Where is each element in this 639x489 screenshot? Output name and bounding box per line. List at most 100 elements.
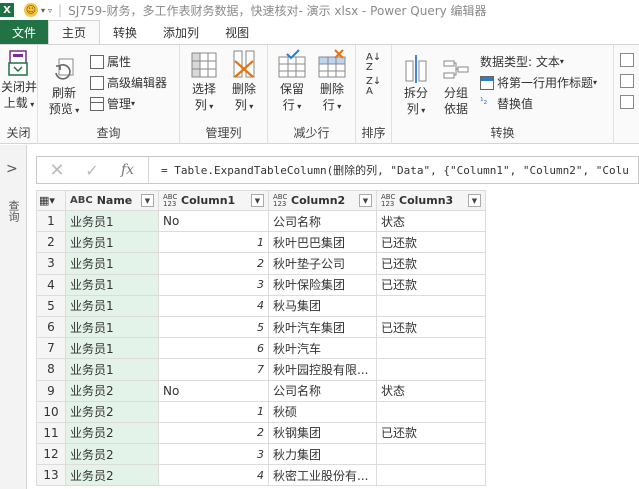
tab-home[interactable]: 主页 (48, 20, 101, 45)
cancel-formula-icon[interactable]: ✕ (37, 160, 77, 181)
cell-column2[interactable]: 秋叶垫子公司 (268, 252, 377, 275)
table-row[interactable]: 4 业务员1 3 秋叶保险集团 已还款 (36, 273, 486, 296)
cell-column3[interactable]: 已还款 (376, 421, 486, 445)
cell-column1[interactable]: 4 (158, 464, 269, 487)
cell-column2[interactable]: 秋密工业股份有... (268, 464, 377, 487)
cell-name[interactable]: 业务员1 (65, 358, 159, 381)
cell-name[interactable]: 业务员2 (65, 443, 159, 466)
column-header-column2[interactable]: ABC 123 Column2 ▼ (268, 190, 377, 211)
customize-toolbar-icon[interactable]: ▿ (48, 6, 52, 15)
use-first-row-as-headers-button[interactable]: 将第一行用作标题 ▾ (480, 74, 597, 91)
split-column-button[interactable]: 拆分 列 ▾ (396, 55, 436, 119)
keep-rows-button[interactable]: 保留 行 ▾ (272, 49, 312, 115)
any-type-icon[interactable]: ABC 123 (163, 193, 177, 208)
sort-descending-button[interactable]: Z↓ A (366, 77, 381, 97)
tab-file[interactable]: 文件 (0, 20, 49, 44)
cell-column3[interactable] (376, 400, 486, 423)
row-number[interactable]: 12 (36, 443, 66, 466)
smiley-icon[interactable]: ☺ (24, 3, 38, 17)
cell-name[interactable]: 业务员2 (65, 464, 159, 487)
remove-columns-button[interactable]: 删除 列 ▾ (224, 49, 264, 115)
cell-column2[interactable]: 秋叶巴巴集团 (268, 231, 377, 254)
row-number[interactable]: 8 (36, 358, 66, 381)
row-number[interactable]: 2 (36, 231, 66, 254)
cell-column1[interactable]: 7 (158, 358, 269, 381)
cell-name[interactable]: 业务员2 (65, 379, 159, 402)
cell-column2[interactable]: 秋硕 (268, 400, 377, 423)
row-number[interactable]: 5 (36, 294, 66, 317)
refresh-preview-button[interactable]: 刷新 预览 ▾ (42, 57, 86, 119)
group-by-button[interactable]: 分组 依据 (436, 55, 476, 117)
confirm-formula-icon[interactable]: ✓ (77, 161, 107, 180)
cell-column1[interactable]: 1 (158, 400, 269, 423)
combine-icon[interactable] (620, 53, 637, 67)
filter-dropdown-icon[interactable]: ▼ (141, 194, 154, 207)
filter-dropdown-icon[interactable]: ▼ (468, 194, 481, 207)
cell-column1[interactable]: No (158, 379, 269, 402)
table-row[interactable]: 6 业务员1 5 秋叶汽车集团 已还款 (36, 315, 486, 339)
cell-column2[interactable]: 秋叶汽车集团 (268, 315, 377, 339)
cell-column3[interactable]: 已还款 (376, 273, 486, 296)
cell-column3[interactable]: 已还款 (376, 252, 486, 275)
cell-column3[interactable]: 已还款 (376, 231, 486, 254)
tab-transform[interactable]: 转换 (100, 20, 150, 44)
table-row[interactable]: 11 业务员2 2 秋钢集团 已还款 (36, 421, 486, 445)
cell-column3[interactable] (376, 443, 486, 466)
cell-column3[interactable] (376, 358, 486, 381)
filter-dropdown-icon[interactable]: ▼ (359, 194, 372, 207)
data-type-dropdown[interactable]: 数据类型: 文本 ▾ (480, 53, 564, 70)
column-header-column3[interactable]: ABC 123 Column3 ▼ (376, 190, 486, 211)
any-type-icon[interactable]: ABC 123 (381, 193, 395, 208)
cell-column3[interactable] (376, 337, 486, 360)
table-row[interactable]: 10 业务员2 1 秋硕 (36, 400, 486, 423)
row-number[interactable]: 10 (36, 400, 66, 423)
row-number[interactable]: 9 (36, 379, 66, 402)
cell-name[interactable]: 业务员1 (65, 231, 159, 254)
replace-values-button[interactable]: ¹₂ 替换值 (480, 95, 533, 112)
append-icon[interactable] (620, 95, 637, 109)
chevron-right-icon[interactable]: > (6, 161, 18, 177)
close-and-load-button[interactable]: 关闭并 上载 ▾ (0, 49, 38, 113)
cell-column1[interactable]: 5 (158, 315, 269, 339)
cell-column2[interactable]: 秋马集团 (268, 294, 377, 317)
row-number[interactable]: 4 (36, 273, 66, 296)
table-row[interactable]: 5 业务员1 4 秋马集团 (36, 294, 486, 317)
column-header-column1[interactable]: ABC 123 Column1 ▼ (158, 190, 269, 211)
cell-name[interactable]: 业务员2 (65, 400, 159, 423)
remove-rows-button[interactable]: 删除 行 ▾ (312, 49, 352, 115)
table-menu-button[interactable]: ▦▾ (36, 190, 66, 211)
properties-button[interactable]: 属性 (90, 53, 131, 70)
cell-column2[interactable]: 秋钢集团 (268, 421, 377, 445)
cell-column1[interactable]: 1 (158, 231, 269, 254)
filter-dropdown-icon[interactable]: ▼ (251, 194, 264, 207)
choose-columns-button[interactable]: 选择 列 ▾ (184, 49, 224, 115)
tab-view[interactable]: 视图 (212, 20, 262, 44)
sort-ascending-button[interactable]: A↓ Z (366, 53, 381, 73)
cell-column3[interactable]: 状态 (376, 379, 486, 402)
cell-column3[interactable]: 状态 (376, 209, 486, 233)
quick-access-dropdown-icon[interactable]: ▾ (41, 6, 45, 15)
text-type-icon[interactable]: ABC (70, 196, 93, 206)
cell-column3[interactable] (376, 464, 486, 487)
row-number[interactable]: 6 (36, 315, 66, 339)
cell-column2[interactable]: 秋叶园控股有限... (268, 358, 377, 381)
cell-column1[interactable]: 2 (158, 252, 269, 275)
any-type-icon[interactable]: ABC 123 (273, 193, 287, 208)
cell-column2[interactable]: 秋叶保险集团 (268, 273, 377, 296)
cell-column2[interactable]: 秋力集团 (268, 443, 377, 466)
advanced-editor-button[interactable]: 高级编辑器 (90, 74, 167, 91)
cell-name[interactable]: 业务员1 (65, 252, 159, 275)
table-row[interactable]: 2 业务员1 1 秋叶巴巴集团 已还款 (36, 231, 486, 254)
cell-name[interactable]: 业务员1 (65, 209, 159, 233)
cell-name[interactable]: 业务员2 (65, 421, 159, 445)
formula-input[interactable]: = Table.ExpandTableColumn(删除的列, "Data", … (149, 162, 638, 178)
cell-column1[interactable]: 2 (158, 421, 269, 445)
row-number[interactable]: 3 (36, 252, 66, 275)
cell-name[interactable]: 业务员1 (65, 294, 159, 317)
row-number[interactable]: 1 (36, 209, 66, 233)
table-row[interactable]: 9 业务员2 No 公司名称 状态 (36, 379, 486, 402)
cell-column1[interactable]: 6 (158, 337, 269, 360)
cell-column1[interactable]: 3 (158, 273, 269, 296)
table-row[interactable]: 1 业务员1 No 公司名称 状态 (36, 209, 486, 233)
tab-add-column[interactable]: 添加列 (150, 20, 212, 44)
